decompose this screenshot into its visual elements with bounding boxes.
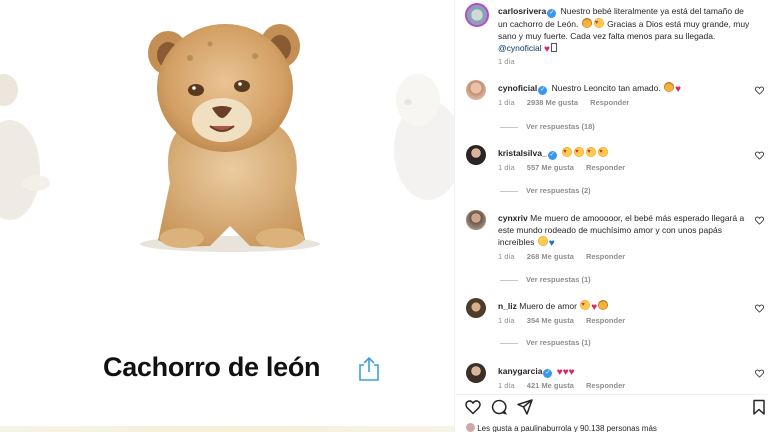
comment-time: 1 día [498, 163, 515, 172]
heart-eyes-emoji-icon [574, 146, 585, 158]
likes-summary[interactable]: Les gusta a paulinaburrola y 90.138 pers… [466, 423, 657, 432]
comment-likes[interactable]: 268 Me gusta [527, 252, 574, 261]
commenter-avatar[interactable] [466, 363, 486, 383]
red-heart-emoji-icon: ♥ [675, 84, 682, 95]
red-heart-emoji-icon: ♥ [543, 44, 550, 55]
heart-icon[interactable] [755, 86, 764, 95]
view-replies-button[interactable]: Ver respuestas (18) [500, 122, 595, 131]
commenter-username[interactable]: kristalsilva_ [498, 148, 547, 158]
post-media[interactable]: Cachorro de león [0, 0, 455, 432]
heart-icon[interactable] [755, 304, 764, 313]
send-icon[interactable] [517, 399, 533, 415]
liker-avatar [466, 423, 475, 432]
comment-time: 1 día [498, 252, 515, 261]
comment-text: n_liz Muero de amor ♥ [498, 299, 753, 314]
media-bottom-strip [0, 426, 454, 432]
reply-button[interactable]: Responder [590, 98, 629, 107]
comment-body: Nuestro Leoncito tan amado. [551, 83, 661, 93]
comment-text: kristalsilva_ ✓ [498, 146, 753, 160]
comment-meta: 1 día 268 Me gusta Responder [498, 252, 635, 261]
reply-button[interactable]: Responder [586, 316, 625, 325]
bookmark-icon[interactable] [751, 399, 767, 415]
comment-meta: 1 día 557 Me gusta Responder [498, 163, 635, 172]
comment-time: 1 día [498, 98, 515, 107]
verified-icon: ✓ [547, 9, 557, 18]
commenter-username[interactable]: cynoficial [498, 83, 537, 93]
comment-likes[interactable]: 2938 Me gusta [527, 98, 578, 107]
comments-panel: carlosrivera ✓ Nuestro bebé literalmente … [456, 0, 768, 432]
verified-icon: ✓ [547, 151, 557, 160]
heart-eyes-emoji-icon [598, 146, 609, 158]
view-replies-button[interactable]: Ver respuestas (1) [500, 338, 591, 347]
commenter-avatar[interactable] [466, 80, 486, 100]
share-upload-icon[interactable] [358, 356, 380, 382]
heart-icon[interactable] [755, 369, 764, 378]
left-animal-image [0, 74, 50, 220]
commenter-avatar[interactable] [466, 145, 486, 165]
heart-eyes-emoji-icon [562, 146, 573, 158]
comment-meta: 1 día 354 Me gusta Responder [498, 316, 635, 325]
lion-emoji-icon [581, 18, 592, 28]
crying-emoji-icon [537, 236, 548, 246]
unknown-glyph-icon [550, 43, 557, 52]
reply-button[interactable]: Responder [586, 252, 625, 261]
red-heart-emoji-icon: ♥ [591, 302, 598, 313]
action-bar [456, 394, 768, 418]
lion-emoji-icon [664, 82, 675, 92]
comment-time: 1 día [498, 316, 515, 325]
red-heart-emoji-icon: ♥ [568, 367, 575, 378]
commenter-username[interactable]: kanygarcia [498, 366, 542, 376]
comment-likes[interactable]: 354 Me gusta [527, 316, 574, 325]
blue-heart-emoji-icon: ♥ [548, 238, 555, 249]
view-replies-button[interactable]: Ver respuestas (1) [500, 275, 591, 284]
heart-eyes-emoji-icon [586, 146, 597, 158]
reply-button[interactable]: Responder [586, 163, 625, 172]
verified-icon: ✓ [538, 86, 548, 95]
reply-button[interactable]: Responder [586, 381, 625, 390]
commenter-avatar[interactable] [466, 210, 486, 230]
view-replies-button[interactable]: Ver respuestas (2) [500, 186, 591, 195]
comment-meta: 1 día 2938 Me gusta Responder [498, 98, 639, 107]
comment-body: Muero de amor [519, 301, 577, 311]
comment-body: Me muero de amooooor, el bebé más espera… [498, 213, 745, 247]
comment-likes[interactable]: 421 Me gusta [527, 381, 574, 390]
heart-icon[interactable] [755, 151, 764, 160]
commenter-username[interactable]: n_liz [498, 301, 517, 311]
post-time: 1 día [498, 57, 515, 66]
author-username[interactable]: carlosrivera [498, 6, 546, 16]
commenter-avatar[interactable] [466, 298, 486, 318]
comment-time: 1 día [498, 381, 515, 390]
commenter-username[interactable]: cynxriv [498, 213, 528, 223]
comment-text: cynxriv Me muero de amooooor, el bebé má… [498, 212, 753, 250]
heart-icon[interactable] [465, 399, 481, 415]
heart-icon[interactable] [755, 216, 764, 225]
lion-cub-image [140, 24, 320, 252]
right-lamb-image [394, 74, 454, 200]
heart-eyes-emoji-icon [593, 17, 604, 29]
comment-text: cynoficial ✓ Nuestro Leoncito tan amado. … [498, 82, 753, 96]
verified-icon: ✓ [543, 369, 553, 378]
comment-likes[interactable]: 557 Me gusta [527, 163, 574, 172]
media-caption: Cachorro de león [103, 352, 321, 382]
post-caption: carlosrivera ✓ Nuestro bebé literalmente … [498, 5, 753, 56]
likes-text: Les gusta a paulinaburrola y 90.138 pers… [477, 424, 657, 432]
comment-meta: 1 día 421 Me gusta Responder [498, 381, 635, 390]
comment-icon[interactable] [491, 399, 507, 415]
comment-text: kanygarcia ✓ ♥♥♥ [498, 365, 753, 379]
heart-eyes-emoji-icon [580, 299, 591, 311]
author-avatar[interactable] [465, 3, 489, 27]
lion-emoji-icon [598, 300, 609, 310]
mention-link[interactable]: @cynoficial [498, 43, 542, 53]
